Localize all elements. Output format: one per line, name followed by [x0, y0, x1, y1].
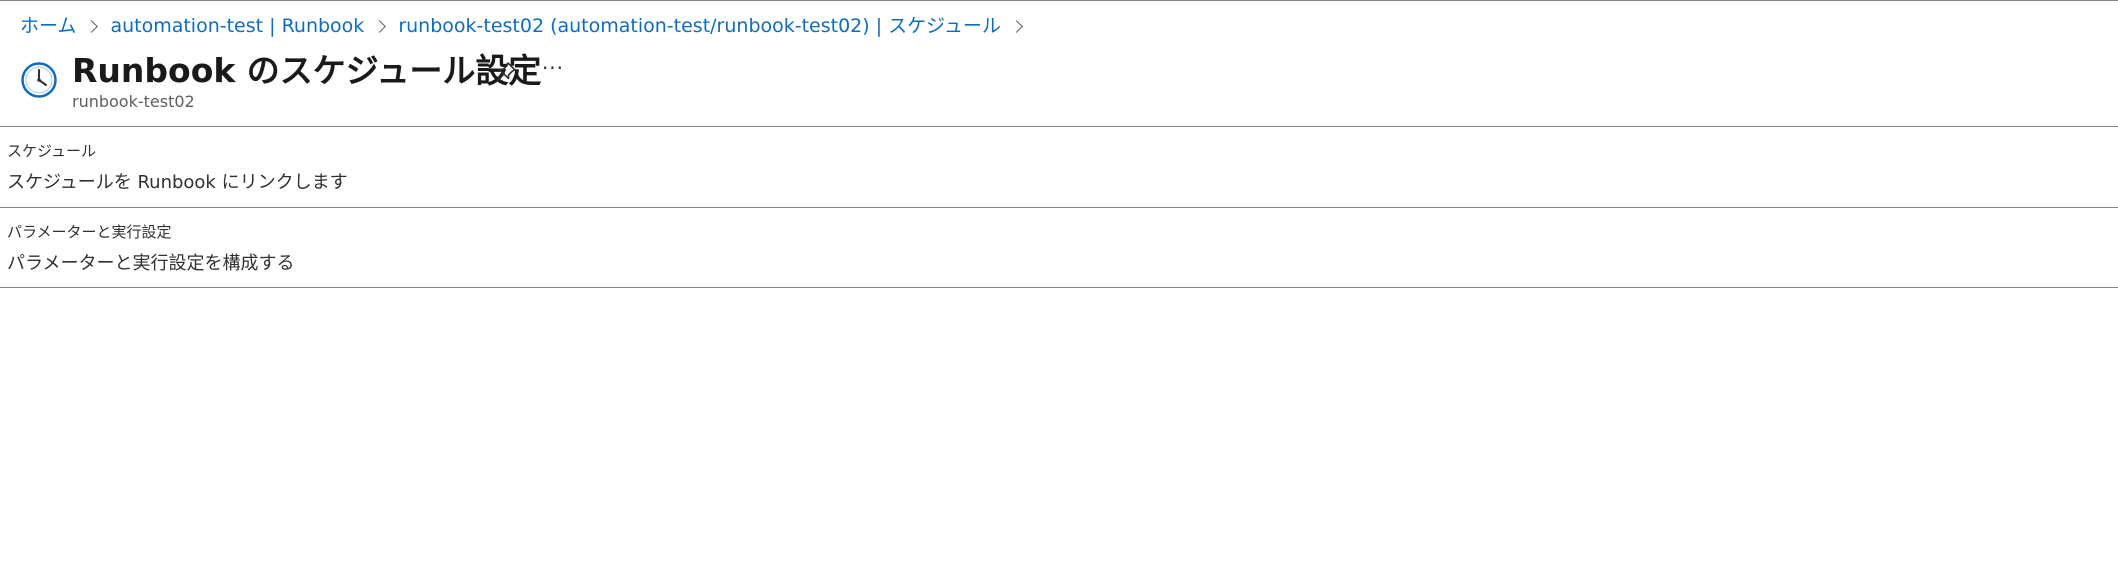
more-icon[interactable]: ··· [540, 58, 566, 84]
clock-icon [21, 62, 57, 98]
chevron-right-icon [85, 19, 99, 33]
parameters-label: パラメーターと実行設定 [7, 223, 172, 241]
schedule-label: スケジュール [7, 142, 96, 160]
breadcrumb-item-runbook-schedules[interactable]: runbook-test02 (automation-test/runbook-… [398, 13, 1001, 39]
schedule-value: スケジュールを Runbook にリンクします [7, 172, 348, 193]
pin-icon[interactable] [494, 60, 518, 84]
page-subtitle: runbook-test02 [72, 92, 195, 111]
breadcrumb-item-home[interactable]: ホーム [20, 13, 76, 39]
chevron-right-icon [1009, 19, 1023, 33]
parameters-value: パラメーターと実行設定を構成する [7, 253, 295, 274]
breadcrumb-item-automation-account[interactable]: automation-test | Runbook [110, 13, 364, 39]
breadcrumb: ホーム automation-test | Runbook runbook-te… [20, 13, 1035, 39]
parameters-section[interactable]: パラメーターと実行設定 パラメーターと実行設定を構成する [0, 208, 2118, 287]
page: ホーム automation-test | Runbook runbook-te… [0, 0, 2118, 577]
chevron-right-icon [373, 19, 387, 33]
page-title: Runbook のスケジュール設定 [72, 51, 542, 90]
schedule-section[interactable]: スケジュール スケジュールを Runbook にリンクします [0, 127, 2118, 207]
divider [0, 287, 2118, 288]
